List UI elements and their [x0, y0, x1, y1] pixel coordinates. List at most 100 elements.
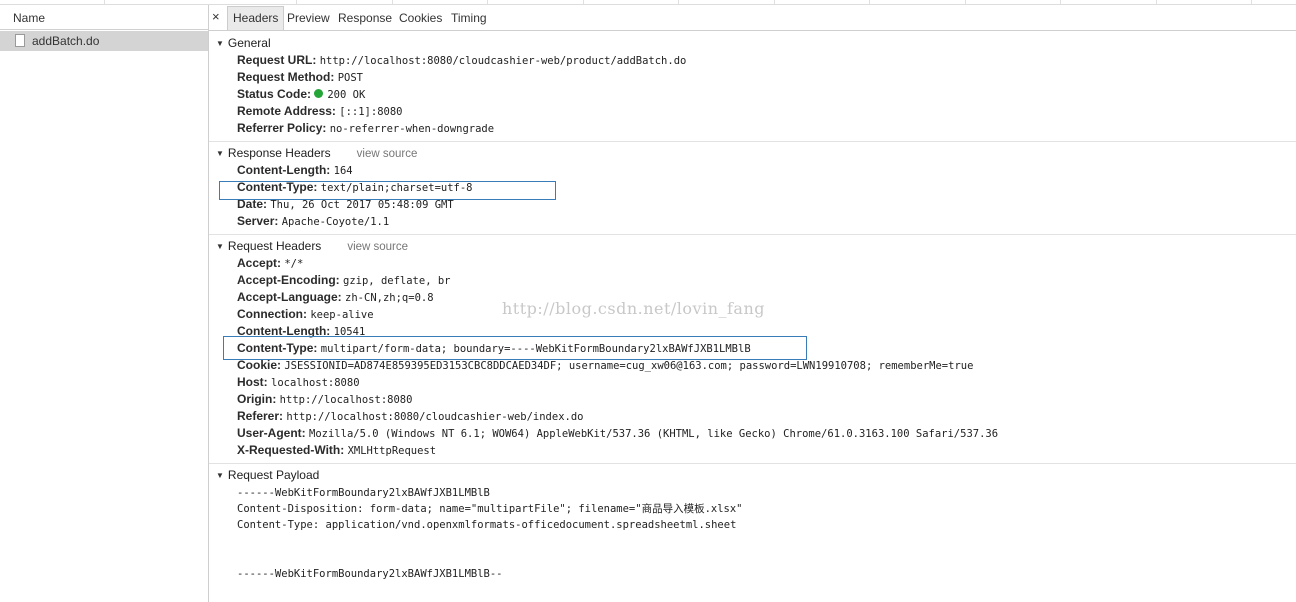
timeline-tick: [869, 0, 870, 4]
header-row: Origin: http://localhost:8080: [237, 392, 412, 408]
timeline-tick: [774, 0, 775, 4]
section-response-headers-header[interactable]: ▼ Response Headers view source: [216, 146, 417, 160]
triangle-down-icon: ▼: [216, 39, 224, 48]
header-value: zh-CN,zh;q=0.8: [345, 292, 434, 304]
header-key: Connection:: [237, 307, 307, 321]
header-row: Cookie: JSESSIONID=AD874E859395ED3153CBC…: [237, 358, 973, 374]
header-row: Status Code: 200 OK: [237, 87, 365, 103]
header-value: 200 OK: [327, 89, 366, 101]
header-row: Accept: */*: [237, 256, 303, 272]
header-row: Request URL: http://localhost:8080/cloud…: [237, 53, 686, 69]
timeline-tick: [1060, 0, 1061, 4]
tab-headers[interactable]: Headers: [227, 6, 285, 30]
header-key: Accept-Encoding:: [237, 273, 340, 287]
header-value: Apache-Coyote/1.1: [281, 216, 390, 228]
header-row: X-Requested-With: XMLHttpRequest: [237, 443, 436, 459]
header-key: Server:: [237, 214, 279, 228]
request-row-addbatch[interactable]: addBatch.do: [0, 31, 208, 51]
header-key: Referer:: [237, 409, 284, 423]
header-key: Host:: [237, 375, 268, 389]
header-row: Connection: keep-alive: [237, 307, 374, 323]
header-key: Accept:: [237, 256, 282, 270]
header-row: Server: Apache-Coyote/1.1: [237, 214, 389, 230]
header-value: no-referrer-when-downgrade: [329, 123, 495, 135]
divider: [209, 141, 1296, 142]
request-name: addBatch.do: [32, 34, 100, 48]
header-value: XMLHttpRequest: [347, 445, 437, 457]
header-row: Content-Length: 164: [237, 163, 353, 179]
header-key: Content-Length:: [237, 163, 331, 177]
triangle-down-icon: ▼: [216, 149, 224, 158]
tab-preview[interactable]: Preview: [287, 11, 330, 25]
triangle-down-icon: ▼: [216, 471, 224, 480]
header-key: User-Agent:: [237, 426, 306, 440]
payload-line: Content-Disposition: form-data; name="mu…: [237, 503, 743, 515]
section-request-headers-header[interactable]: ▼ Request Headers view source: [216, 239, 408, 253]
timeline-tick: [965, 0, 966, 4]
section-request-payload-header[interactable]: ▼ Request Payload: [216, 468, 319, 482]
header-key: X-Requested-With:: [237, 443, 345, 457]
header-value: keep-alive: [310, 309, 374, 321]
details-tab-bar: × Headers Preview Response Cookies Timin…: [209, 5, 1296, 31]
timeline-tick: [487, 0, 488, 4]
watermark: http://blog.csdn.net/lovin_fang: [502, 299, 766, 318]
header-row: Referer: http://localhost:8080/cloudcash…: [237, 409, 584, 425]
document-icon: [15, 34, 25, 47]
header-row: Referrer Policy: no-referrer-when-downgr…: [237, 121, 494, 137]
section-title: Response Headers: [227, 146, 331, 160]
timeline-tick: [583, 0, 584, 4]
highlight-box: [219, 181, 556, 200]
header-value: POST: [337, 72, 363, 84]
header-value: */*: [284, 258, 304, 270]
section-title: Request Headers: [227, 239, 322, 253]
triangle-down-icon: ▼: [216, 242, 224, 251]
header-key: Remote Address:: [237, 104, 336, 118]
header-value: Mozilla/5.0 (Windows NT 6.1; WOW64) Appl…: [309, 428, 999, 440]
section-title: Request Payload: [227, 468, 320, 482]
section-general-header[interactable]: ▼ General: [216, 36, 271, 50]
timeline-tick: [104, 0, 105, 4]
header-row: Remote Address: [::1]:8080: [237, 104, 402, 120]
header-value: localhost:8080: [271, 377, 360, 389]
tab-response[interactable]: Response: [338, 11, 392, 25]
request-list-panel: Name addBatch.do: [0, 5, 209, 602]
view-source-link[interactable]: view source: [357, 148, 418, 160]
header-key: Request Method:: [237, 70, 335, 84]
timeline-tick: [1156, 0, 1157, 4]
header-row: Request Method: POST: [237, 70, 363, 86]
status-dot-icon: [314, 89, 324, 99]
name-column-label: Name: [13, 11, 46, 25]
divider: [209, 463, 1296, 464]
timeline-tick: [392, 0, 393, 4]
divider: [209, 234, 1296, 235]
timeline-tick: [678, 0, 679, 4]
timeline-tick: [1251, 0, 1252, 4]
section-title: General: [227, 36, 271, 50]
view-source-link[interactable]: view source: [347, 241, 408, 253]
highlight-box: [223, 336, 807, 360]
header-value: http://localhost:8080: [279, 394, 413, 406]
header-key: Cookie:: [237, 358, 282, 372]
header-row: Accept-Encoding: gzip, deflate, br: [237, 273, 450, 289]
header-row: Host: localhost:8080: [237, 375, 360, 391]
payload-line: Content-Type: application/vnd.openxmlfor…: [237, 519, 737, 531]
name-column-header[interactable]: Name: [0, 5, 208, 30]
header-value: JSESSIONID=AD874E859395ED3153CBC8DDCAED3…: [284, 360, 974, 372]
header-key: Status Code:: [237, 87, 312, 101]
header-value: [::1]:8080: [339, 106, 403, 118]
header-row: Accept-Language: zh-CN,zh;q=0.8: [237, 290, 434, 306]
header-row: User-Agent: Mozilla/5.0 (Windows NT 6.1;…: [237, 426, 998, 442]
payload-line: ------WebKitFormBoundary2lxBAWfJXB1LMBlB: [237, 487, 490, 499]
close-icon[interactable]: ×: [212, 9, 220, 24]
header-key: Request URL:: [237, 53, 317, 67]
header-value: gzip, deflate, br: [343, 275, 451, 287]
tab-cookies[interactable]: Cookies: [399, 11, 442, 25]
header-value: http://localhost:8080/cloudcashier-web/p…: [319, 55, 687, 67]
header-key: Accept-Language:: [237, 290, 342, 304]
headers-content: ▼ General Request URL: http://localhost:8…: [209, 31, 1296, 602]
timeline-tick: [296, 0, 297, 4]
header-value: 164: [333, 165, 353, 177]
tab-timing[interactable]: Timing: [451, 11, 487, 25]
header-key: Referrer Policy:: [237, 121, 327, 135]
header-value: Thu, 26 Oct 2017 05:48:09 GMT: [270, 199, 454, 211]
